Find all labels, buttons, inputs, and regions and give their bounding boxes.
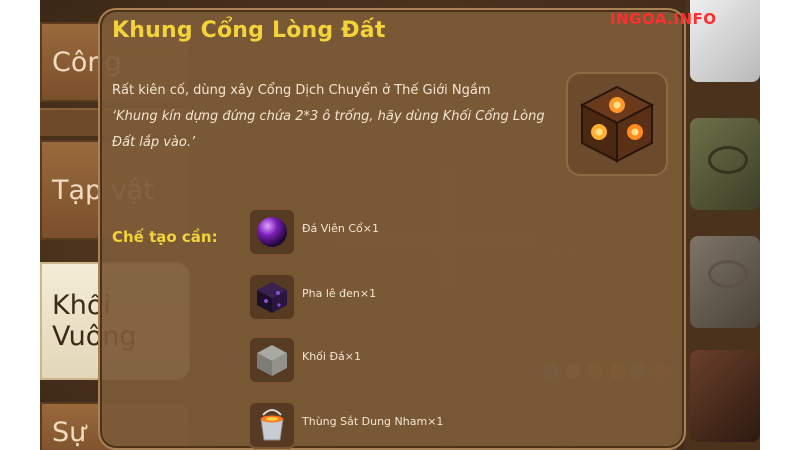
ingredient-name: Đá Viên Cổ×1 (302, 222, 379, 235)
game-screen: Công Tạp vật Khối Vuông Sự (40, 0, 760, 450)
ingredient-name: Khối Đá×1 (302, 350, 361, 363)
item-lore: ‘Khung kín dựng đứng chứa 2*3 ô trống, h… (112, 109, 545, 150)
craft-requirements-label: Chế tạo cần: (112, 228, 218, 246)
ingredient-name: Thùng Sắt Dung Nham×1 (302, 415, 444, 428)
item-title: Khung Cổng Lòng Đất (112, 18, 386, 43)
block-column (685, 0, 760, 450)
stone-block-icon (248, 336, 296, 384)
spotted-block-item[interactable] (690, 350, 760, 442)
item-tooltip: Khung Cổng Lòng Đất Rất kiên cố, dùng xâ… (98, 8, 686, 450)
tab-label: Sự (52, 416, 87, 448)
wood-ring-icon (708, 260, 748, 288)
wood-ring-icon (708, 146, 748, 174)
item-description: Rất kiên cố, dùng xây Cổng Dịch Chuyển ở… (112, 83, 491, 98)
portal-frame-block-icon (579, 85, 655, 163)
item-preview (566, 72, 668, 176)
ancient-stone-orb-icon (248, 208, 296, 256)
gray-log-block-item[interactable] (690, 236, 760, 328)
iron-lava-bucket-icon (248, 401, 296, 449)
site-watermark: INGOA.INFO (610, 10, 717, 28)
wood-log-block-item[interactable] (690, 118, 760, 210)
black-crystal-icon (248, 273, 296, 321)
ingredient-name: Pha lê đen×1 (302, 287, 377, 300)
